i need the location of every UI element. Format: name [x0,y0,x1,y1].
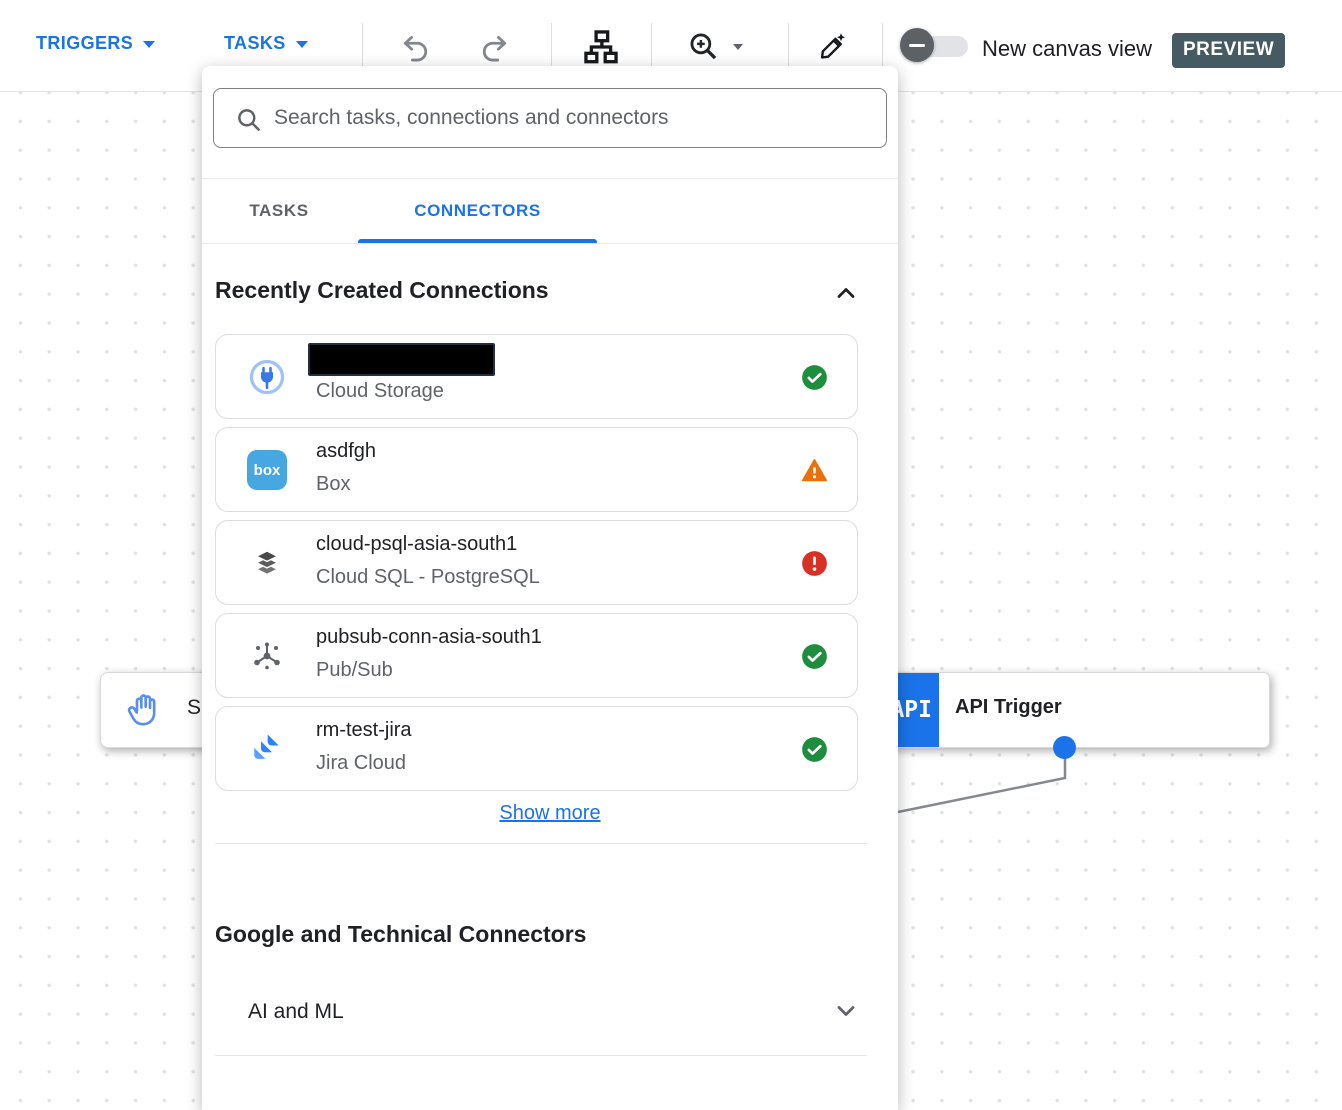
connection-card-box[interactable]: box asdfgh Box [215,427,858,512]
tab-tasks[interactable]: TASKS [219,179,339,243]
toggle-knob [900,28,934,62]
show-more-link[interactable]: Show more [499,802,600,824]
new-canvas-view-toggle[interactable] [900,27,980,65]
connection-name: asdfgh [316,440,376,463]
google-connectors-title: Google and Technical Connectors [215,921,586,948]
connection-card-jira[interactable]: rm-test-jira Jira Cloud [215,706,858,791]
connection-type: Box [316,473,350,496]
tasks-label: TASKS [224,33,286,54]
undo-button[interactable] [398,31,430,63]
status-badge [801,550,828,577]
category-ai-and-ml[interactable]: AI and ML [202,991,898,1055]
connection-card-pubsub[interactable]: pubsub-conn-asia-south1 Pub/Sub [215,613,858,698]
redo-button[interactable] [480,31,512,63]
tasks-connectors-panel: TASKS CONNECTORS Recently Created Connec… [202,66,898,1110]
flow-edge [880,745,1110,835]
status-badge [801,643,828,670]
category-label: AI and ML [248,1000,344,1024]
api-trigger-label: API Trigger [955,696,1062,719]
auto-layout-tree-button[interactable] [580,26,622,68]
zoom-dropdown-caret-icon[interactable] [733,44,743,50]
triggers-menu-button[interactable]: TRIGGERS [36,33,155,54]
connection-type: Cloud Storage [316,380,444,403]
collapse-section-chevron-up-icon[interactable] [832,279,860,307]
preview-badge: PREVIEW [1172,33,1285,68]
search-box[interactable] [213,88,887,148]
box-logo-icon: box [247,450,287,490]
toolbar-divider [651,23,652,67]
triggers-label: TRIGGERS [36,33,133,54]
recent-connections-title: Recently Created Connections [215,277,549,304]
toolbar-divider [882,23,883,67]
success-check-icon [801,364,828,391]
show-more-container: Show more [202,802,898,825]
connection-type: Cloud SQL - PostgreSQL [316,566,540,589]
toolbar-divider [362,23,363,67]
status-badge [801,457,828,484]
connection-card-cloud-storage[interactable]: Cloud Storage [215,334,858,419]
zoom-in-button[interactable] [686,29,720,63]
jira-icon [247,729,287,769]
cloud-storage-connection-icon [247,357,287,397]
toolbar-divider [788,23,789,67]
success-check-icon [801,736,828,763]
connection-name: rm-test-jira [316,719,412,742]
connection-name: cloud-psql-asia-south1 [316,533,517,556]
tasks-menu-button[interactable]: TASKS [224,33,308,54]
success-check-icon [801,643,828,670]
new-canvas-view-label: New canvas view [982,36,1152,62]
divider [215,843,867,844]
cloud-sql-icon [247,543,287,583]
chevron-down-icon [143,41,155,48]
divider [215,1055,867,1056]
hand-stop-icon [125,690,165,730]
warning-icon [801,457,828,484]
divider [202,243,898,244]
toolbar-divider [551,23,552,67]
chevron-down-icon [832,997,860,1025]
tab-tasks-label: TASKS [249,201,308,221]
edge-connector-dot[interactable] [1053,736,1076,759]
magic-edit-pencil-button[interactable] [817,30,849,62]
tab-connectors[interactable]: CONNECTORS [358,179,597,243]
tab-connectors-label: CONNECTORS [414,201,541,221]
status-badge [801,736,828,763]
connection-type: Jira Cloud [316,752,406,775]
pubsub-icon [247,636,287,676]
connection-card-cloud-sql[interactable]: cloud-psql-asia-south1 Cloud SQL - Postg… [215,520,858,605]
search-input[interactable] [274,90,874,146]
chevron-down-icon [296,41,308,48]
status-badge [801,364,828,391]
connection-type: Pub/Sub [316,659,393,682]
minus-icon [909,44,925,47]
connection-name: pubsub-conn-asia-south1 [316,626,542,649]
redacted-connection-name [308,343,495,376]
error-icon [801,550,828,577]
search-icon [235,106,262,133]
suspend-node-label: S [187,696,201,720]
